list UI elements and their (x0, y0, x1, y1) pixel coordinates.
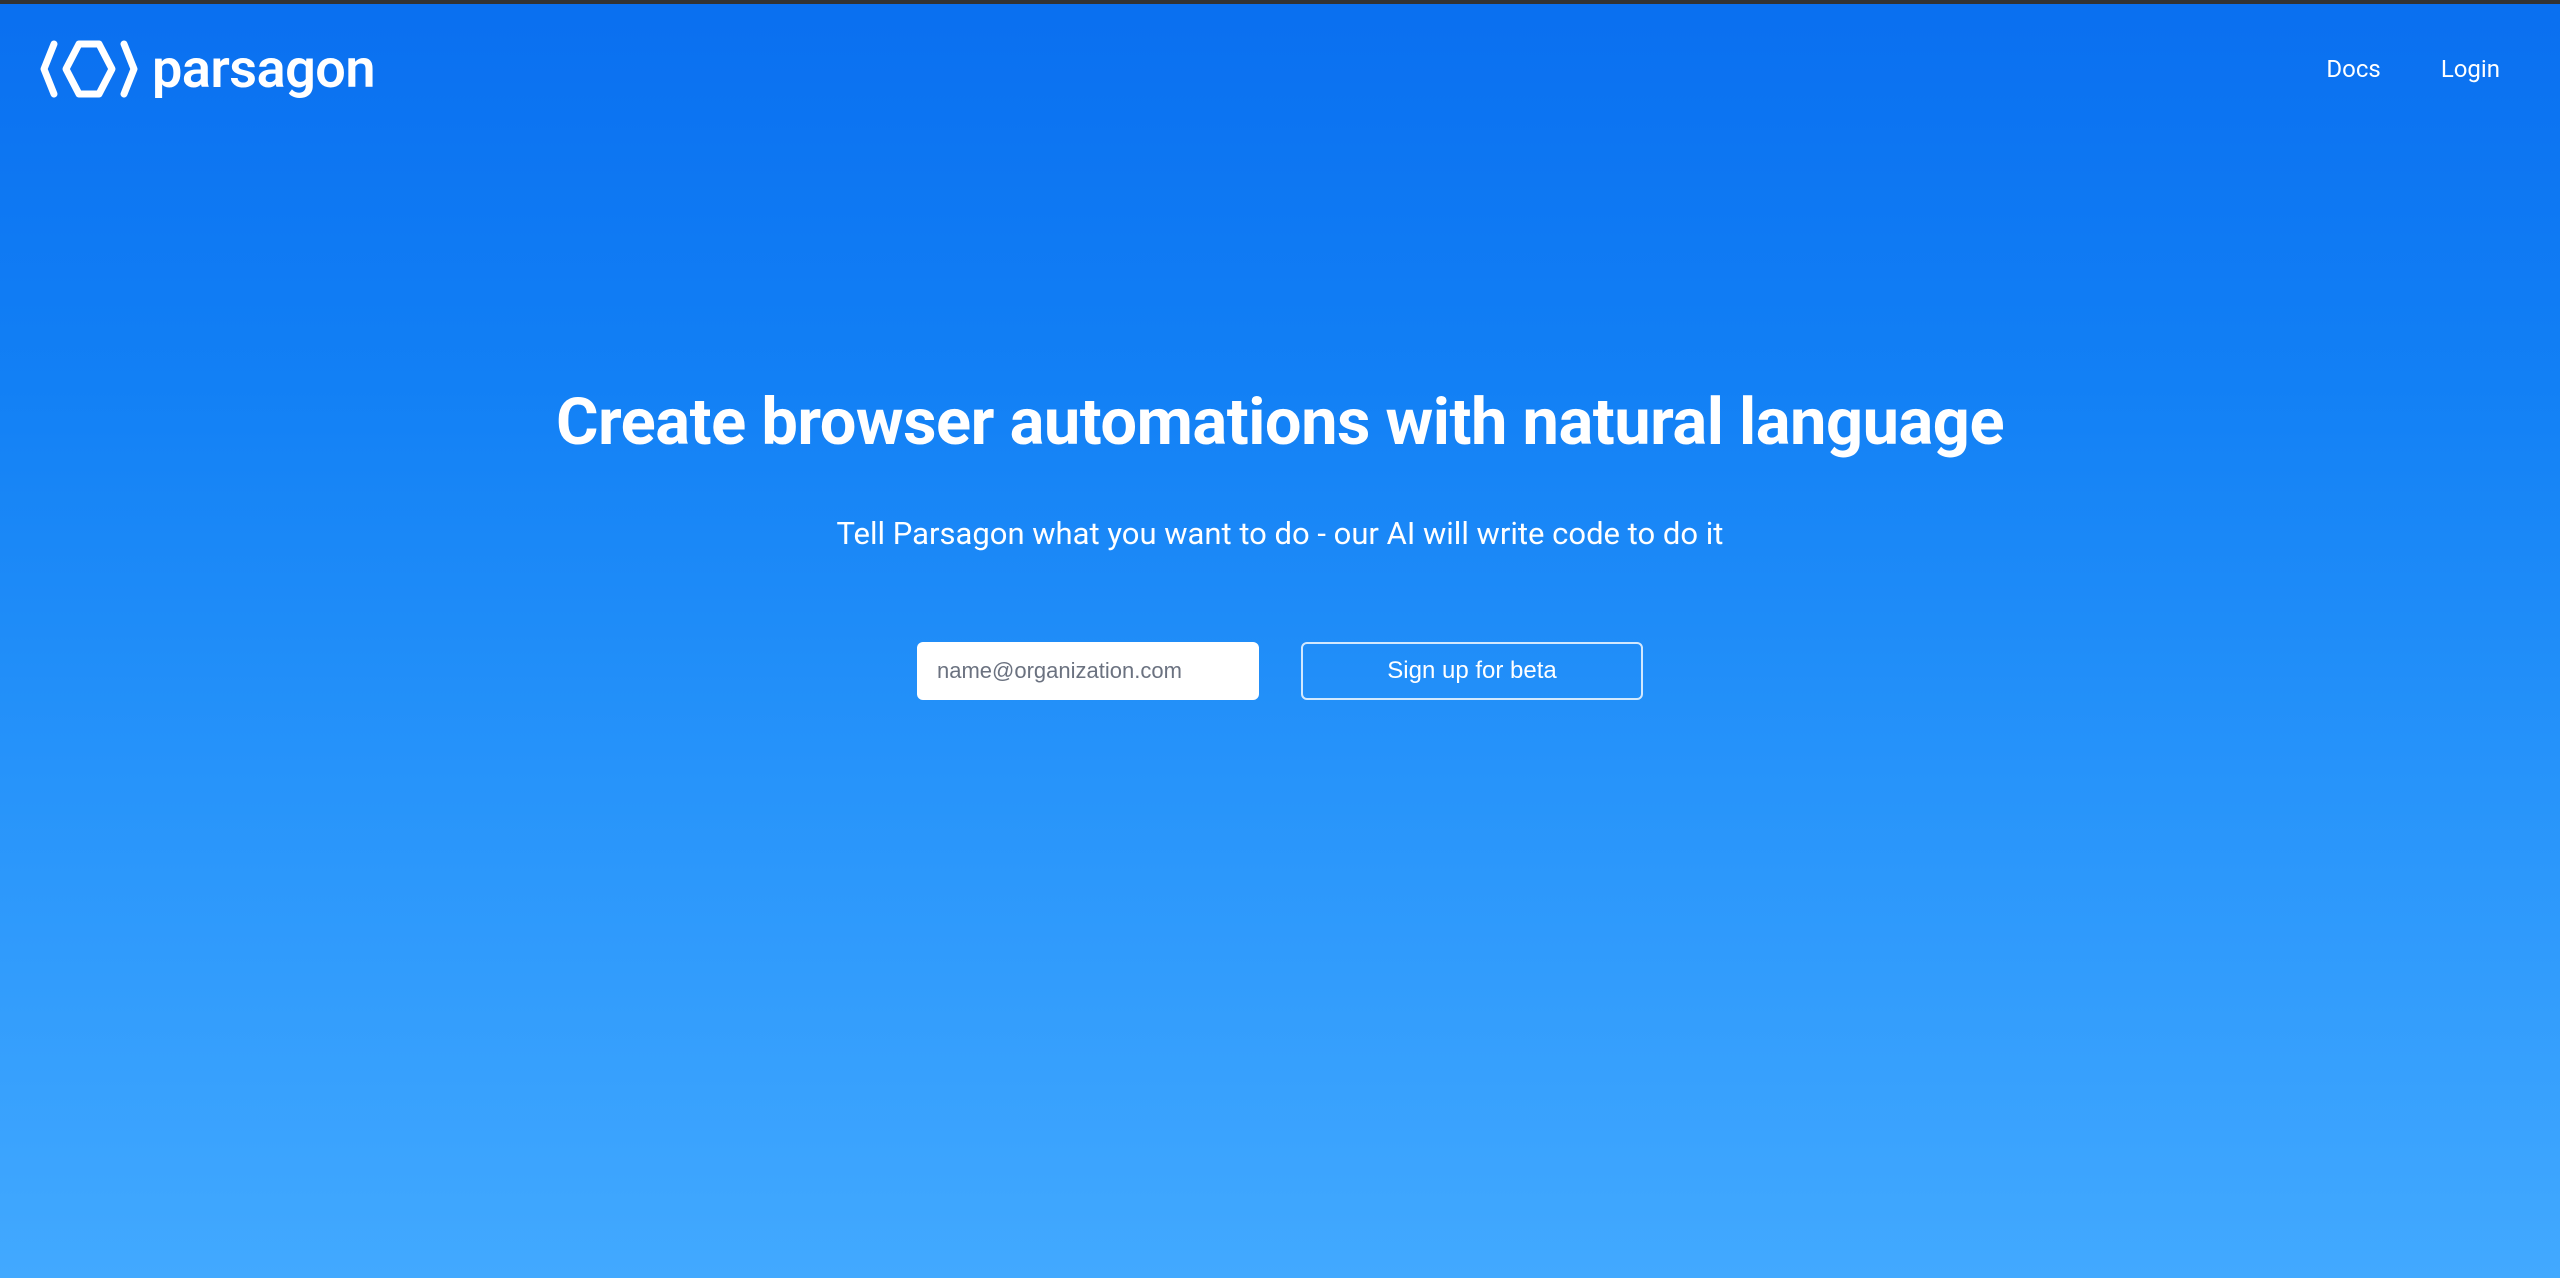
logo[interactable]: parsagon (40, 34, 375, 104)
docs-link[interactable]: Docs (2326, 55, 2380, 83)
logo-text: parsagon (152, 38, 375, 101)
login-link[interactable]: Login (2441, 55, 2500, 83)
nav-links: Docs Login (2326, 55, 2500, 83)
header: parsagon Docs Login (0, 4, 2560, 134)
signup-form: Sign up for beta (917, 642, 1643, 700)
hero-section: Create browser automations with natural … (0, 134, 2560, 700)
signup-button[interactable]: Sign up for beta (1301, 642, 1643, 700)
email-input[interactable] (917, 642, 1259, 700)
hero-subtitle: Tell Parsagon what you want to do - our … (837, 515, 1724, 552)
hero-title: Create browser automations with natural … (556, 384, 2004, 460)
parsagon-logo-icon (40, 34, 138, 104)
